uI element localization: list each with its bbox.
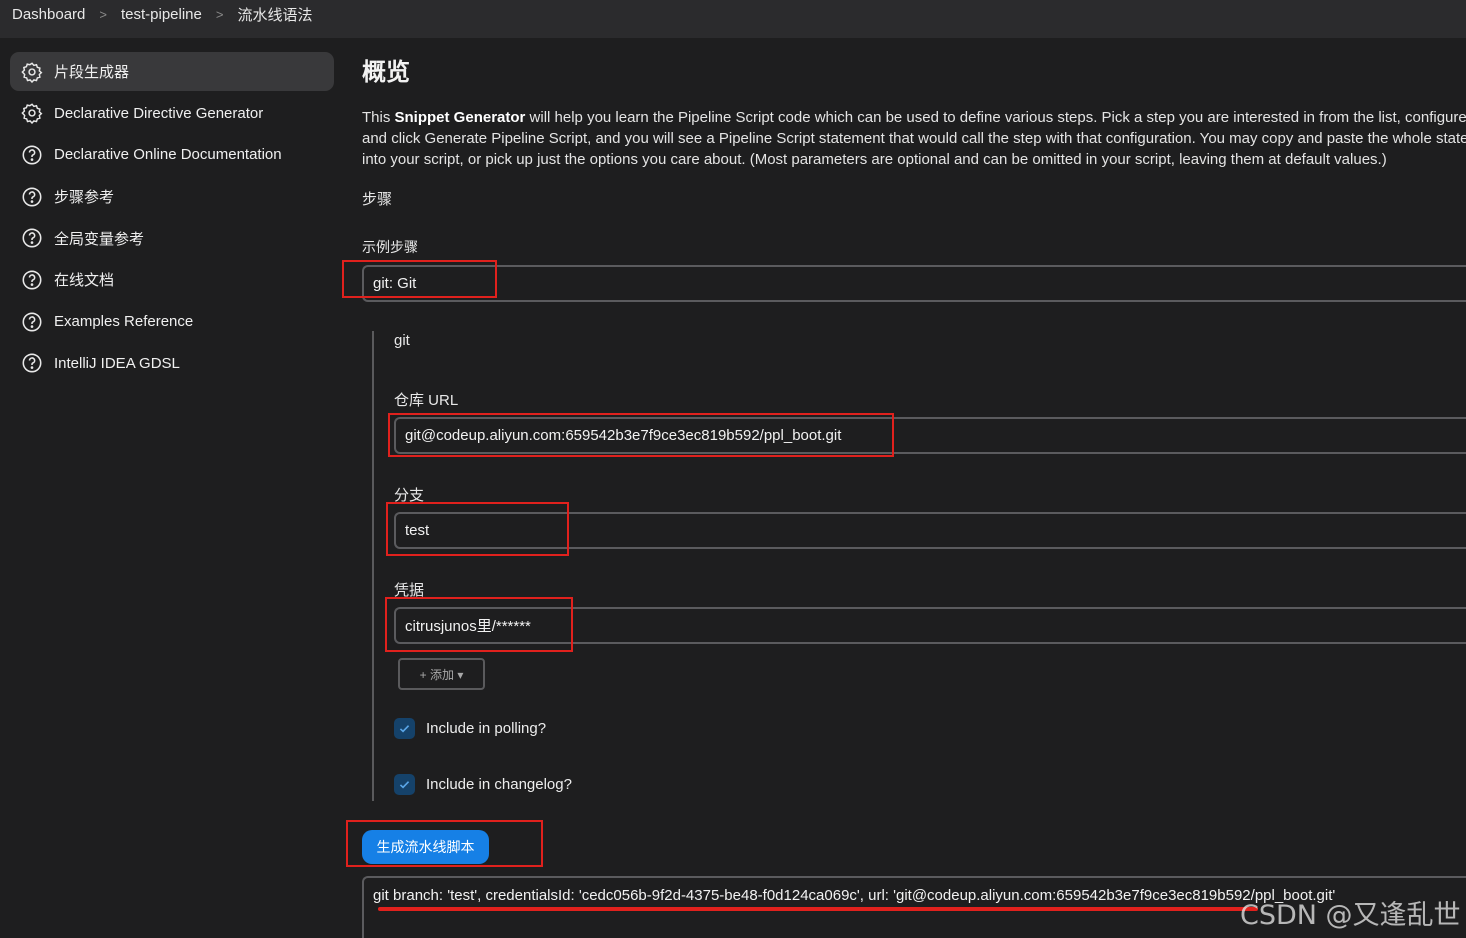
help-icon xyxy=(21,227,43,249)
generate-pipeline-script-button[interactable]: 生成流水线脚本 xyxy=(362,830,489,864)
intro-rest: will help you learn the Pipeline Script … xyxy=(362,109,1466,168)
credentials-select[interactable]: citrusjunos里/****** xyxy=(394,607,1466,644)
include-polling-label: Include in polling? xyxy=(426,720,547,737)
sidebar-item-steps-reference[interactable]: 步骤参考 xyxy=(10,177,334,216)
sidebar: 片段生成器 Declarative Directive Generator De… xyxy=(10,52,334,386)
sidebar-item-label: IntelliJ IDEA GDSL xyxy=(54,354,180,372)
intro-text: This Snippet Generator will help you lea… xyxy=(362,107,1466,170)
sidebar-item-label: Declarative Directive Generator xyxy=(54,104,264,122)
sidebar-item-intellij-gdsl[interactable]: IntelliJ IDEA GDSL xyxy=(10,344,334,383)
watermark: CSDN @又逢乱世 xyxy=(1240,900,1461,931)
gear-icon xyxy=(21,102,43,125)
gear-icon xyxy=(21,61,43,83)
repo-url-value: git@codeup.aliyun.com:659542b3e7f9ce3ec8… xyxy=(405,427,842,444)
sidebar-item-label: Examples Reference xyxy=(54,313,194,331)
page-title: 概览 xyxy=(362,59,410,86)
section-divider xyxy=(372,331,374,801)
breadcrumb-dashboard[interactable]: Dashboard xyxy=(12,6,85,23)
sidebar-item-label: 全局变量参考 xyxy=(54,230,145,248)
include-changelog-checkbox[interactable] xyxy=(394,774,415,795)
sample-step-label: 示例步骤 xyxy=(362,239,418,255)
sidebar-item-declarative-directive-generator[interactable]: Declarative Directive Generator xyxy=(10,94,334,133)
credentials-label: 凭据 xyxy=(394,582,425,599)
check-icon xyxy=(399,781,410,789)
main-content: 概览 This Snippet Generator will help you … xyxy=(342,0,1466,938)
sidebar-item-label: Declarative Online Documentation xyxy=(54,146,282,164)
breadcrumb-pipeline-syntax[interactable]: 流水线语法 xyxy=(237,4,312,25)
step-name: git xyxy=(394,332,410,349)
breadcrumb-test-pipeline[interactable]: test-pipeline xyxy=(121,6,202,23)
chevron-right-icon: > xyxy=(215,6,224,22)
steps-heading: 步骤 xyxy=(362,191,393,208)
sidebar-item-label: 在线文档 xyxy=(54,272,115,290)
repo-url-label: 仓库 URL xyxy=(394,392,459,409)
generated-script-text: git branch: 'test', credentialsId: 'cedc… xyxy=(373,887,1336,904)
sidebar-item-examples-reference[interactable]: Examples Reference xyxy=(10,302,334,341)
branch-value: test xyxy=(405,522,430,539)
add-credentials-button[interactable]: + 添加 ▾ xyxy=(398,658,485,690)
check-icon xyxy=(399,725,410,733)
sidebar-item-label: 片段生成器 xyxy=(54,64,130,81)
help-icon xyxy=(21,269,43,291)
credentials-value: citrusjunos里/****** xyxy=(405,618,531,635)
sidebar-item-snippet-generator[interactable]: 片段生成器 xyxy=(10,52,334,91)
include-changelog-row[interactable]: Include in changelog? xyxy=(394,774,572,795)
intro-bold: Snippet Generator xyxy=(394,109,526,126)
chevron-right-icon: > xyxy=(99,6,107,22)
sample-step-value: git: Git xyxy=(373,275,417,292)
help-icon xyxy=(21,352,43,374)
sidebar-item-online-docs[interactable]: 在线文档 xyxy=(10,260,334,299)
sidebar-item-global-variables[interactable]: 全局变量参考 xyxy=(10,219,334,258)
sample-step-select[interactable]: git: Git xyxy=(362,265,1466,302)
intro-prefix: This xyxy=(362,109,395,126)
branch-input[interactable]: test xyxy=(394,512,1466,549)
sidebar-item-label: 步骤参考 xyxy=(54,189,115,207)
include-polling-checkbox[interactable] xyxy=(394,718,415,739)
help-icon xyxy=(21,186,43,208)
annotation-underline xyxy=(378,907,1258,911)
include-polling-row[interactable]: Include in polling? xyxy=(394,718,546,739)
sidebar-item-declarative-online-docs[interactable]: Declarative Online Documentation xyxy=(10,135,334,174)
help-icon xyxy=(21,311,43,333)
repo-url-input[interactable]: git@codeup.aliyun.com:659542b3e7f9ce3ec8… xyxy=(394,417,1466,454)
branch-label: 分支 xyxy=(394,487,425,504)
help-icon xyxy=(21,144,43,166)
include-changelog-label: Include in changelog? xyxy=(426,776,572,793)
